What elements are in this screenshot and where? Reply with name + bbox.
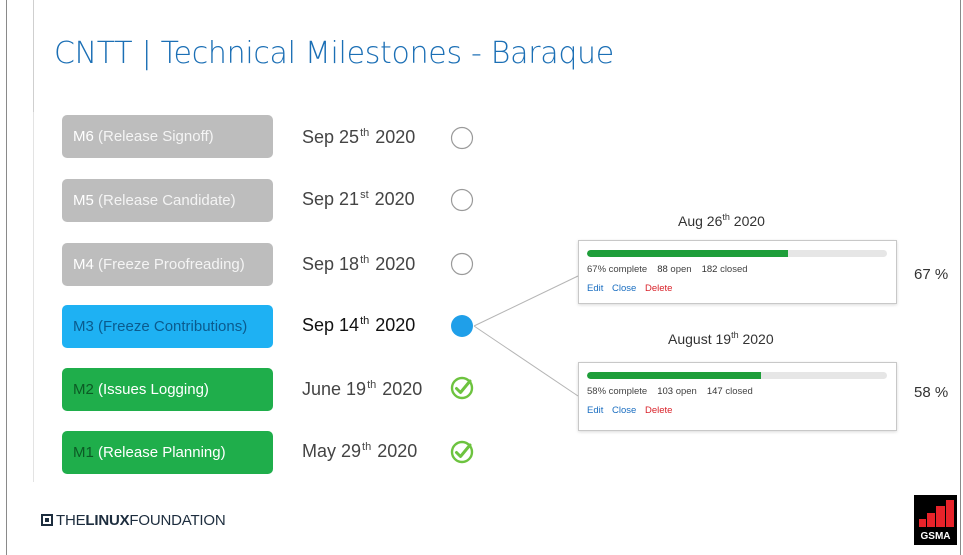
card-date: August 19th 2020 — [668, 330, 774, 347]
date-suffix: th — [722, 212, 730, 222]
open-label: open — [670, 264, 692, 275]
progress-bar-track — [587, 250, 887, 257]
percent-label: 67 % — [914, 266, 949, 283]
date-year: 2020 — [733, 213, 765, 229]
closed-count: 147 — [706, 386, 723, 397]
progress-bar-fill — [587, 250, 788, 257]
gsma-text: GSMA — [920, 531, 951, 542]
date-year: 2020 — [742, 331, 774, 347]
logo-the: THE — [56, 512, 86, 529]
progress-stats: 67% complete 88 open 182 closed — [587, 264, 748, 275]
closed-count: 182 — [701, 264, 718, 275]
closed-label: closed — [720, 264, 748, 275]
edit-link[interactable]: Edit — [587, 283, 603, 294]
linux-foundation-mark-icon — [41, 514, 53, 526]
logo-foundation: FOUNDATION — [129, 512, 226, 529]
gsma-logo: GSMA — [914, 495, 957, 545]
close-link[interactable]: Close — [612, 405, 636, 416]
complete-label: 67% complete — [587, 264, 648, 275]
complete-label: 58% complete — [587, 386, 648, 397]
logo-linux: LINUX — [85, 512, 130, 529]
date-suffix: th — [731, 330, 739, 340]
card-actions: Edit Close Delete — [587, 405, 678, 416]
date-day: August 19 — [668, 331, 732, 347]
close-link[interactable]: Close — [612, 283, 636, 294]
linux-foundation-logo: THELINUXFOUNDATION — [41, 512, 226, 529]
progress-card: 67% complete 88 open 182 closed Edit Close… — [578, 240, 897, 304]
progress-stats: 58% complete 103 open 147 closed — [587, 386, 753, 397]
delete-link[interactable]: Delete — [645, 283, 672, 294]
progress-bar-fill — [587, 372, 761, 379]
open-count: 88 — [657, 264, 668, 275]
open-label: open — [675, 386, 697, 397]
delete-link[interactable]: Delete — [645, 405, 672, 416]
open-count: 103 — [657, 386, 674, 397]
progress-bar-track — [587, 372, 887, 379]
closed-label: closed — [725, 386, 753, 397]
progress-card: 58% complete 103 open 147 closed Edit Clos… — [578, 362, 897, 431]
card-actions: Edit Close Delete — [587, 283, 678, 294]
percent-label: 58 % — [914, 384, 949, 401]
date-day: Aug 26 — [678, 213, 723, 229]
card-date: Aug 26th 2020 — [678, 212, 765, 229]
edit-link[interactable]: Edit — [587, 405, 603, 416]
